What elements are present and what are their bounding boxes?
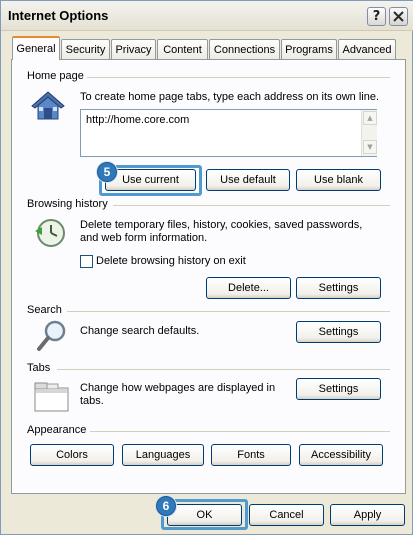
colors-button[interactable]: Colors bbox=[30, 444, 114, 466]
ok-button[interactable]: OK bbox=[167, 504, 242, 526]
tabs-divider bbox=[57, 369, 390, 370]
scroll-up-icon[interactable]: ▲ bbox=[363, 111, 377, 125]
search-group-label: Search bbox=[27, 304, 62, 316]
scroll-down-icon[interactable]: ▼ bbox=[363, 140, 377, 154]
accessibility-button[interactable]: Accessibility bbox=[299, 444, 383, 466]
use-current-button[interactable]: Use current bbox=[105, 169, 196, 191]
home-page-divider bbox=[87, 77, 390, 78]
delete-history-button[interactable]: Delete... bbox=[206, 277, 291, 299]
home-icon bbox=[30, 89, 66, 123]
tab-advanced[interactable]: Advanced bbox=[338, 39, 396, 59]
cancel-button[interactable]: Cancel bbox=[249, 504, 324, 526]
tab-security[interactable]: Security bbox=[61, 39, 110, 59]
home-page-url: http://home.core.com bbox=[86, 114, 190, 126]
delete-history-on-exit-label[interactable]: Delete browsing history on exit bbox=[96, 255, 246, 268]
home-page-url-textarea[interactable]: http://home.core.com ▲ ▼ bbox=[80, 109, 377, 157]
home-page-group-label: Home page bbox=[27, 70, 84, 82]
search-magnifier-icon bbox=[35, 319, 69, 353]
search-divider bbox=[67, 311, 390, 312]
search-description: Change search defaults. bbox=[80, 325, 200, 337]
home-page-description: To create home page tabs, type each addr… bbox=[80, 91, 380, 103]
tab-privacy[interactable]: Privacy bbox=[111, 39, 156, 59]
internet-options-dialog: Internet Options ? General Security Priv… bbox=[0, 0, 413, 535]
browsing-history-divider bbox=[113, 205, 390, 206]
tabs-description: Change how webpages are displayed in tab… bbox=[80, 382, 276, 407]
search-settings-button[interactable]: Settings bbox=[296, 321, 381, 343]
browsing-history-settings-button[interactable]: Settings bbox=[296, 277, 381, 299]
tabbed-window-icon bbox=[34, 382, 70, 412]
browsing-history-group-label: Browsing history bbox=[27, 198, 108, 210]
window-title: Internet Options bbox=[8, 8, 109, 23]
languages-button[interactable]: Languages bbox=[122, 444, 204, 466]
step-badge-5: 5 bbox=[97, 162, 117, 182]
textarea-scrollbar[interactable]: ▲ ▼ bbox=[361, 110, 377, 156]
use-default-button[interactable]: Use default bbox=[206, 169, 290, 191]
help-button[interactable]: ? bbox=[367, 7, 386, 26]
step-badge-6: 6 bbox=[156, 496, 176, 516]
tab-programs[interactable]: Programs bbox=[281, 39, 337, 59]
tab-connections[interactable]: Connections bbox=[209, 39, 280, 59]
close-button[interactable] bbox=[389, 7, 408, 26]
close-icon bbox=[393, 11, 404, 22]
tab-general[interactable]: General bbox=[12, 36, 60, 60]
delete-history-on-exit-checkbox[interactable] bbox=[80, 255, 93, 268]
history-clock-icon bbox=[32, 217, 68, 249]
title-bar: Internet Options ? bbox=[1, 1, 413, 31]
appearance-group-label: Appearance bbox=[27, 424, 87, 436]
tabs-group-label: Tabs bbox=[27, 362, 51, 374]
apply-button[interactable]: Apply bbox=[330, 504, 405, 526]
use-blank-button[interactable]: Use blank bbox=[296, 169, 381, 191]
browsing-history-description: Delete temporary files, history, cookies… bbox=[80, 219, 363, 244]
fonts-button[interactable]: Fonts bbox=[211, 444, 291, 466]
tab-content[interactable]: Content bbox=[157, 39, 208, 59]
appearance-divider bbox=[90, 431, 390, 432]
tabs-settings-button[interactable]: Settings bbox=[296, 378, 381, 400]
